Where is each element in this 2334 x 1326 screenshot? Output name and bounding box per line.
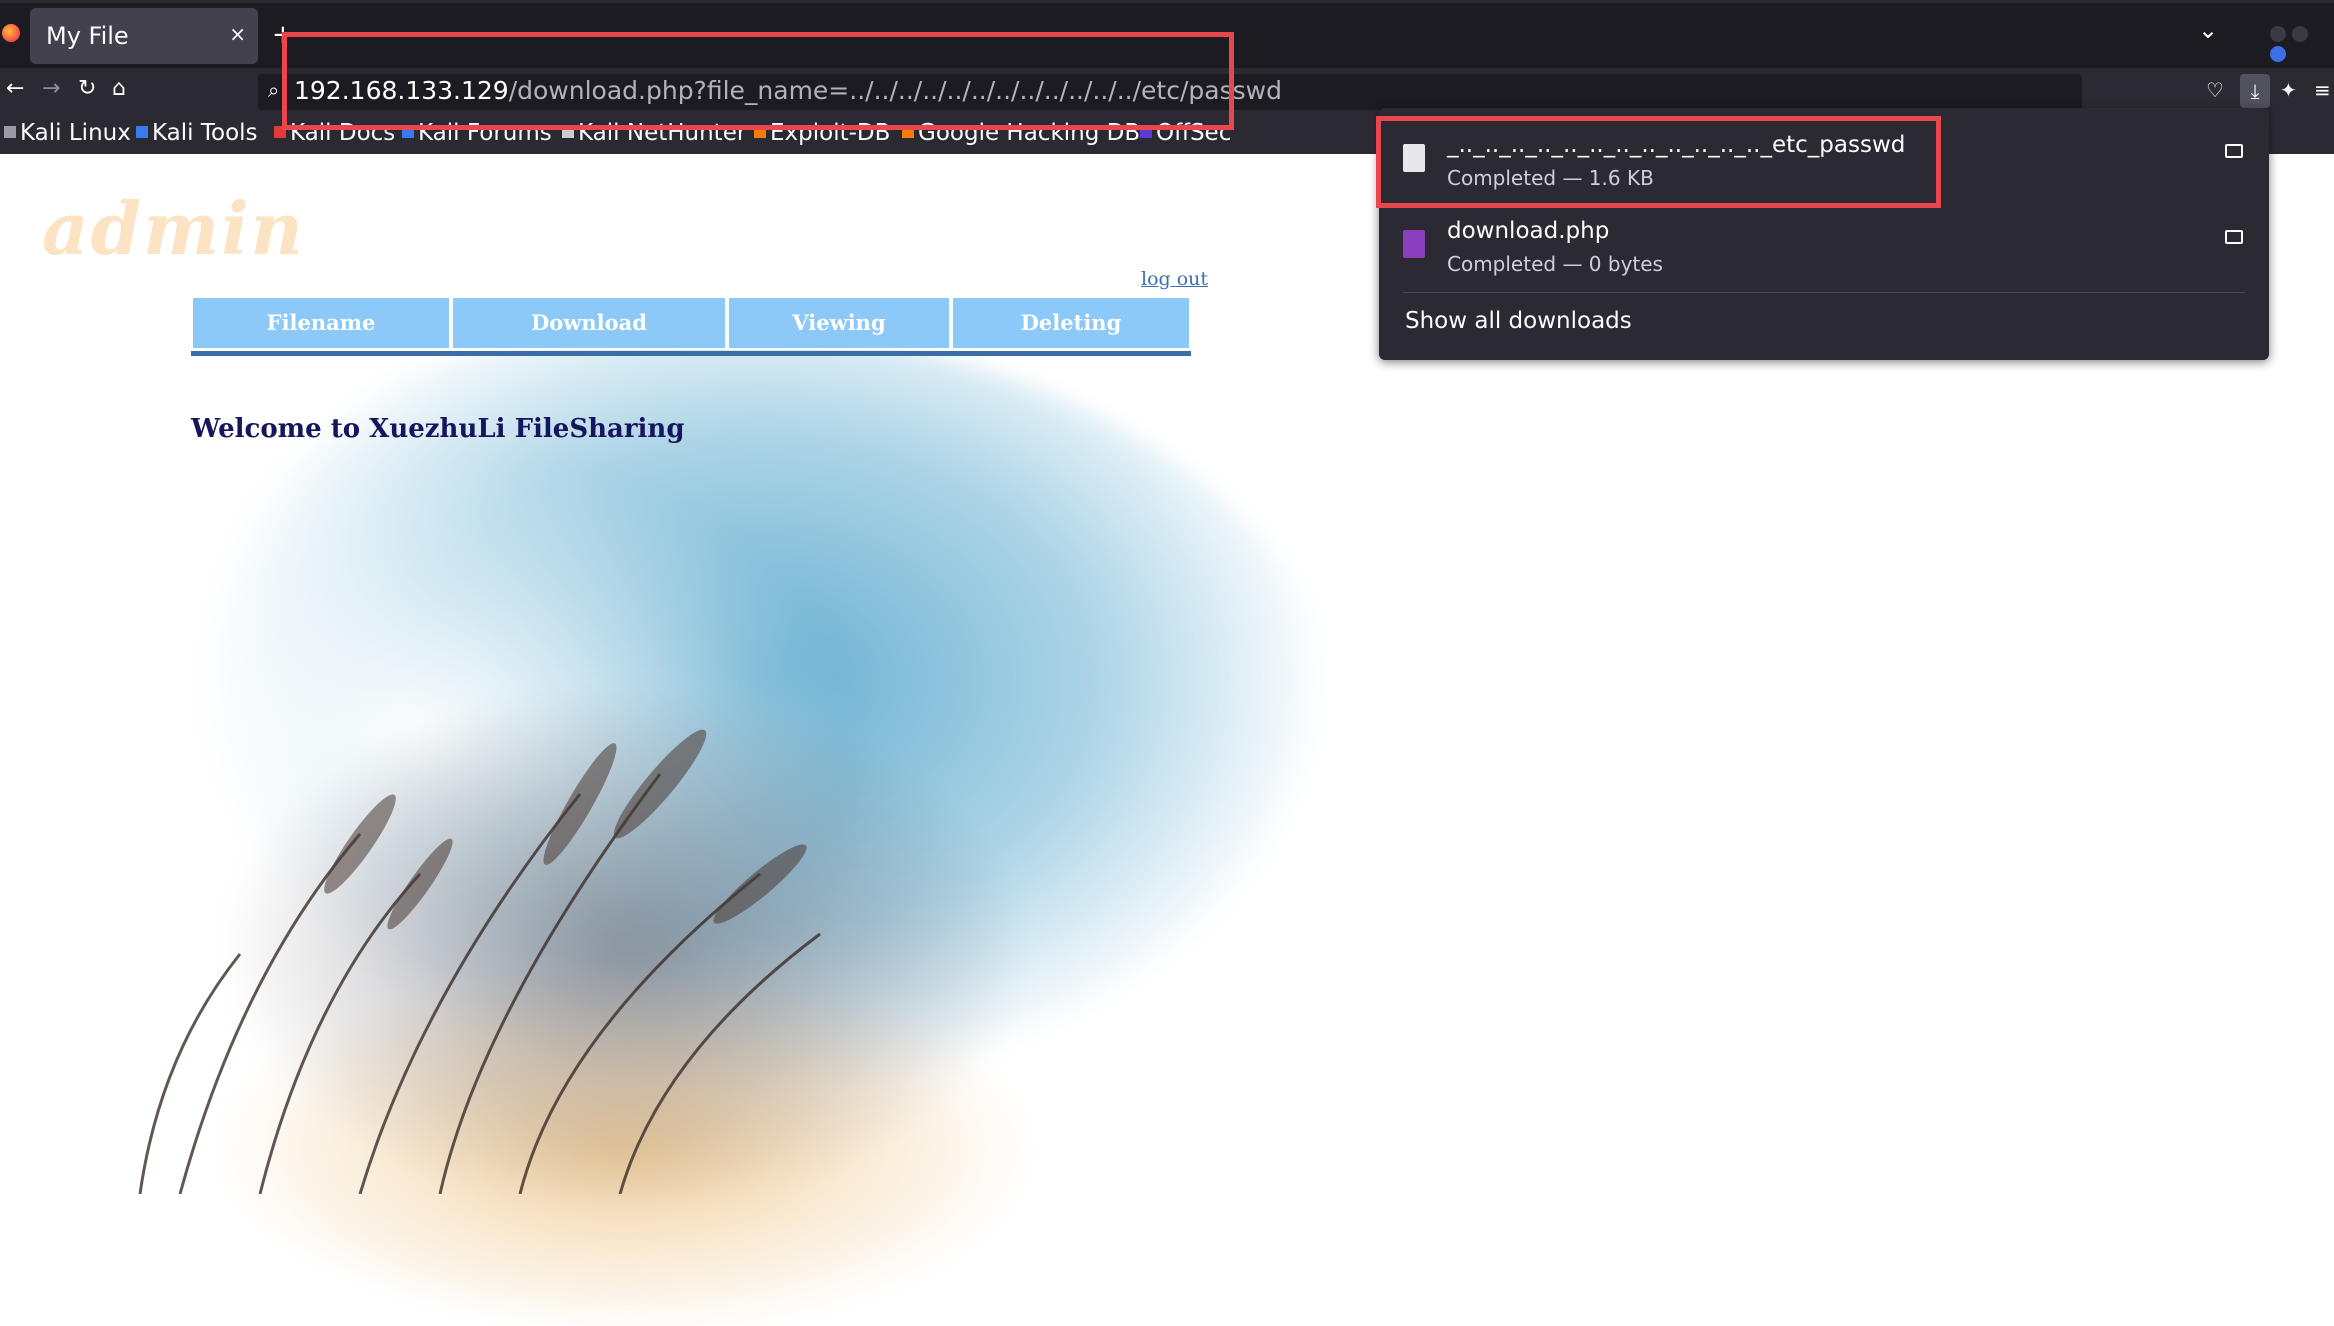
minimize-icon[interactable] [2270, 26, 2286, 42]
search-icon: ⌕ [268, 78, 280, 102]
window-controls [2270, 26, 2334, 66]
kali-tools-icon [136, 126, 148, 138]
download-annotation-box [1376, 116, 1941, 208]
nav-viewing[interactable]: Viewing [727, 296, 951, 350]
tab-bar-top-border [0, 0, 2334, 3]
show-all-downloads-button[interactable]: Show all downloads [1405, 308, 1632, 334]
file-nav-table: Filename Download Viewing Deleting [191, 296, 1191, 356]
admin-heading: admin [42, 186, 305, 271]
extensions-icon[interactable]: ✦ [2280, 78, 2297, 102]
download-status: Completed — 0 bytes [1447, 252, 1663, 276]
bookmark-label: Kali Tools [152, 120, 258, 146]
reload-icon[interactable]: ↻ [78, 76, 96, 101]
list-all-tabs-icon[interactable]: ⌄ [2198, 16, 2218, 44]
php-file-icon [1403, 230, 1425, 258]
open-folder-icon[interactable] [2225, 230, 2243, 244]
home-icon[interactable]: ⌂ [112, 76, 126, 101]
pocket-icon[interactable]: ♡ [2206, 78, 2224, 102]
nav-filename[interactable]: Filename [191, 296, 451, 350]
forward-icon[interactable]: → [42, 76, 60, 101]
tab-close-icon[interactable]: × [229, 22, 246, 46]
nav-download[interactable]: Download [451, 296, 727, 350]
open-folder-icon[interactable] [2225, 144, 2243, 158]
download-filename: download.php [1447, 218, 1610, 244]
welcome-message: Welcome to XuezhuLi FileSharing [191, 414, 685, 444]
reed-grass-image [138, 729, 821, 1194]
kali-dragon-icon [4, 126, 16, 138]
maximize-icon[interactable] [2292, 26, 2308, 42]
bookmark-kali-linux[interactable]: Kali Linux [4, 120, 131, 146]
logout-link[interactable]: log out [1141, 268, 1208, 290]
menu-icon[interactable]: ≡ [2314, 78, 2331, 102]
back-icon[interactable]: ← [6, 76, 24, 101]
nav-deleting[interactable]: Deleting [951, 296, 1191, 350]
bookmark-label: Kali Linux [20, 120, 131, 146]
downloads-button-icon[interactable]: ⤓ [2240, 74, 2270, 108]
firefox-logo-icon [2, 24, 20, 42]
close-window-icon[interactable] [2270, 46, 2286, 62]
download-item-php[interactable]: download.php Completed — 0 bytes [1379, 204, 2269, 288]
url-annotation-box [282, 32, 1234, 130]
divider [1403, 292, 2245, 293]
tab-my-file[interactable]: My File × [30, 8, 258, 64]
tab-title: My File [46, 22, 129, 50]
bookmark-kali-tools[interactable]: Kali Tools [136, 120, 258, 146]
